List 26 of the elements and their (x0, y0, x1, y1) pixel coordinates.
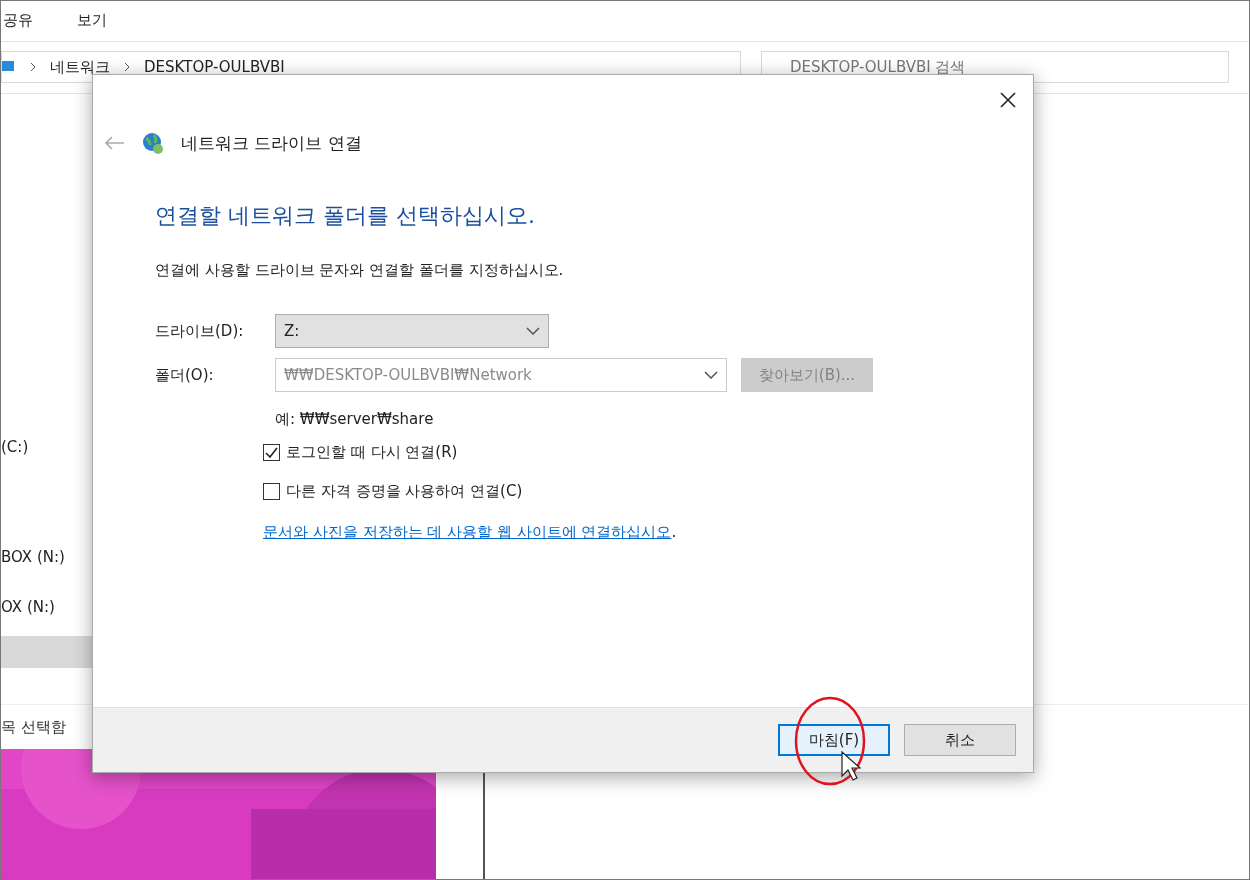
globe-icon (141, 131, 165, 155)
checkbox[interactable] (263, 444, 280, 461)
website-link[interactable]: 문서와 사진을 저장하는 데 사용할 웹 사이트에 연결하십시오 (263, 523, 672, 541)
checkbox-option[interactable]: 로그인할 때 다시 연결(R) (263, 443, 1033, 462)
chevron-right-icon (124, 62, 130, 73)
checkbox-option[interactable]: 다른 자격 증명을 사용하여 연결(C) (263, 482, 1033, 501)
dialog-heading: 연결할 네트워크 폴더를 선택하십시오. (155, 202, 536, 230)
checkbox[interactable] (263, 483, 280, 500)
ribbon-tab[interactable]: 보기 (77, 11, 107, 31)
drive-dropdown[interactable]: Z: (275, 314, 549, 348)
folder-label: 폴더(O): (155, 365, 215, 385)
chevron-down-icon (526, 327, 540, 335)
chevron-down-icon (704, 371, 718, 379)
finish-button[interactable]: 마침(F) (778, 724, 890, 756)
search-placeholder: DESKTOP-OULBVBI 검색 (790, 57, 966, 77)
chevron-right-icon (30, 62, 36, 73)
breadcrumb-item[interactable]: DESKTOP-OULBVBI (144, 58, 285, 77)
link-sentence: 문서와 사진을 저장하는 데 사용할 웹 사이트에 연결하십시오. (263, 523, 678, 542)
cancel-button[interactable]: 취소 (904, 724, 1016, 756)
ribbon-tab[interactable]: 공유 (3, 11, 33, 31)
example-text: 예: ₩₩server₩share (275, 410, 435, 429)
drive-label: 드라이브(D): (155, 321, 245, 341)
close-icon (999, 91, 1017, 109)
instruction-text: 연결에 사용할 드라이브 문자와 연결할 폴더를 지정하십시오. (155, 261, 565, 280)
breadcrumb-item[interactable]: 네트워크 (50, 57, 110, 77)
dialog-title: 네트워크 드라이브 연결 (181, 131, 362, 155)
